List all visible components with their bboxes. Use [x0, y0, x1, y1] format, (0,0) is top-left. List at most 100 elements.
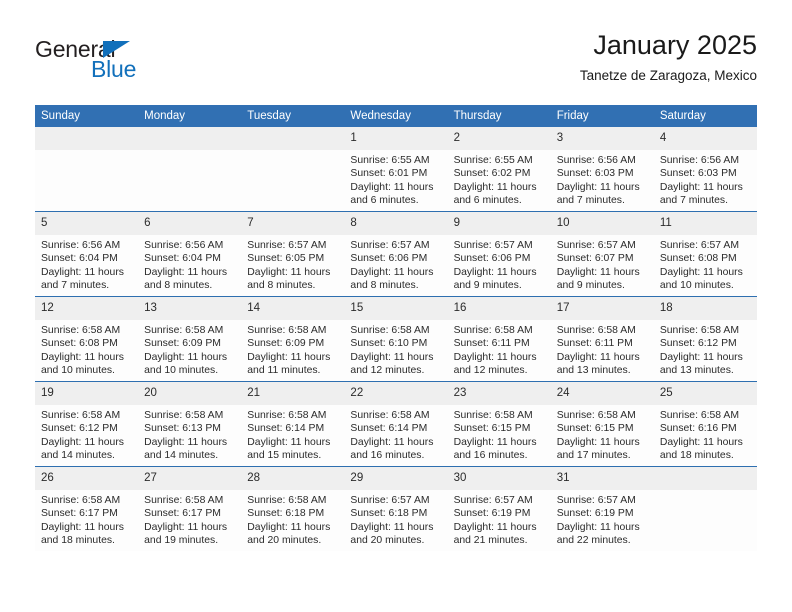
- daylight-text: Daylight: 11 hours and 10 minutes.: [144, 351, 228, 377]
- calendar-week-row: 12 Sunrise: 6:58 AM Sunset: 6:08 PM Dayligh…: [35, 296, 757, 382]
- calendar-cell-day-21[interactable]: 21 Sunrise: 6:58 AM Sunset: 6:14 PM Dayligh…: [241, 381, 345, 467]
- day-details: Sunrise: 6:57 AM Sunset: 6:07 PM Daylight:…: [551, 235, 654, 293]
- sunrise-text: Sunrise: 6:58 AM: [659, 410, 739, 421]
- sunset-text: Sunset: 6:16 PM: [659, 423, 737, 435]
- calendar-cell-day-12[interactable]: 12 Sunrise: 6:58 AM Sunset: 6:08 PM Dayligh…: [35, 296, 139, 382]
- sunrise-text: Sunrise: 6:57 AM: [350, 240, 430, 251]
- day-number: 21: [241, 382, 345, 405]
- sunrise-text: Sunrise: 6:58 AM: [453, 410, 533, 421]
- sunset-text: Sunset: 6:18 PM: [350, 508, 428, 520]
- calendar-cell-day-2[interactable]: 2 Sunrise: 6:55 AM Sunset: 6:02 PM Daylight…: [447, 127, 551, 212]
- sunset-text: Sunset: 6:19 PM: [453, 508, 531, 520]
- calendar-page: General Blue January 2025 Tanetze de Zar…: [0, 0, 792, 612]
- calendar-cell-day-14[interactable]: 14 Sunrise: 6:58 AM Sunset: 6:09 PM Dayligh…: [241, 296, 345, 382]
- daylight-text: Daylight: 11 hours and 9 minutes.: [556, 266, 640, 292]
- sunrise-text: Sunrise: 6:56 AM: [556, 155, 636, 166]
- sunrise-text: Sunrise: 6:57 AM: [453, 495, 533, 506]
- daylight-text: Daylight: 11 hours and 12 minutes.: [350, 351, 434, 377]
- calendar-cell-day-23[interactable]: 23 Sunrise: 6:58 AM Sunset: 6:15 PM Dayligh…: [447, 381, 551, 467]
- calendar-cell-day-29[interactable]: 29 Sunrise: 6:57 AM Sunset: 6:18 PM Dayligh…: [344, 466, 448, 551]
- calendar-cell-day-4[interactable]: 4 Sunrise: 6:56 AM Sunset: 6:03 PM Daylight…: [653, 127, 757, 212]
- sunrise-text: Sunrise: 6:58 AM: [144, 495, 224, 506]
- day-number: 13: [138, 297, 242, 320]
- calendar-cell-day-6[interactable]: 6 Sunrise: 6:56 AM Sunset: 6:04 PM Daylight…: [138, 211, 242, 297]
- sunset-text: Sunset: 6:08 PM: [659, 253, 737, 265]
- day-details: Sunrise: 6:57 AM Sunset: 6:18 PM Daylight:…: [344, 490, 447, 548]
- day-details: Sunrise: 6:58 AM Sunset: 6:12 PM Daylight:…: [35, 405, 138, 463]
- daylight-text: Daylight: 11 hours and 16 minutes.: [453, 436, 537, 462]
- sunrise-text: Sunrise: 6:58 AM: [41, 495, 121, 506]
- calendar-cell-day-5[interactable]: 5 Sunrise: 6:56 AM Sunset: 6:04 PM Daylight…: [35, 211, 139, 297]
- daylight-text: Daylight: 11 hours and 7 minutes.: [659, 181, 743, 207]
- calendar-cell-day-3[interactable]: 3 Sunrise: 6:56 AM Sunset: 6:03 PM Daylight…: [550, 127, 654, 212]
- day-details: Sunrise: 6:58 AM Sunset: 6:17 PM Daylight:…: [138, 490, 241, 548]
- day-number: 7: [241, 212, 345, 235]
- sunset-text: Sunset: 6:04 PM: [144, 253, 221, 265]
- calendar-cell-day-16[interactable]: 16 Sunrise: 6:58 AM Sunset: 6:11 PM Dayligh…: [447, 296, 551, 382]
- day-number: 18: [653, 297, 757, 320]
- day-details: Sunrise: 6:58 AM Sunset: 6:14 PM Daylight:…: [344, 405, 447, 463]
- day-number: 10: [550, 212, 654, 235]
- sunset-text: Sunset: 6:03 PM: [659, 168, 737, 180]
- day-number: 9: [447, 212, 551, 235]
- calendar-cell-day-28[interactable]: 28 Sunrise: 6:58 AM Sunset: 6:18 PM Dayligh…: [241, 466, 345, 551]
- calendar-cell-day-30[interactable]: 30 Sunrise: 6:57 AM Sunset: 6:19 PM Dayligh…: [447, 466, 551, 551]
- sunrise-text: Sunrise: 6:58 AM: [41, 325, 121, 336]
- daylight-text: Daylight: 11 hours and 7 minutes.: [556, 181, 640, 207]
- calendar-cell-day-10[interactable]: 10 Sunrise: 6:57 AM Sunset: 6:07 PM Dayligh…: [550, 211, 654, 297]
- day-details: Sunrise: 6:55 AM Sunset: 6:02 PM Daylight:…: [448, 150, 551, 208]
- calendar-cell-day-27[interactable]: 27 Sunrise: 6:58 AM Sunset: 6:17 PM Dayligh…: [138, 466, 242, 551]
- weekday-header-saturday: Saturday: [653, 105, 757, 127]
- sunset-text: Sunset: 6:11 PM: [556, 338, 633, 350]
- calendar-cell-day-31[interactable]: 31 Sunrise: 6:57 AM Sunset: 6:19 PM Dayligh…: [550, 466, 654, 551]
- sunset-text: Sunset: 6:15 PM: [556, 423, 634, 435]
- calendar-cell-day-11[interactable]: 11 Sunrise: 6:57 AM Sunset: 6:08 PM Dayligh…: [653, 211, 757, 297]
- day-details: Sunrise: 6:58 AM Sunset: 6:16 PM Daylight:…: [654, 405, 757, 463]
- sunrise-text: Sunrise: 6:55 AM: [350, 155, 430, 166]
- brand-logo[interactable]: General Blue: [35, 36, 265, 90]
- calendar-cell-day-7[interactable]: 7 Sunrise: 6:57 AM Sunset: 6:05 PM Daylight…: [241, 211, 345, 297]
- calendar-cell-day-15[interactable]: 15 Sunrise: 6:58 AM Sunset: 6:10 PM Dayligh…: [344, 296, 448, 382]
- sunset-text: Sunset: 6:12 PM: [41, 423, 118, 435]
- day-number: 4: [653, 127, 757, 150]
- sunset-text: Sunset: 6:06 PM: [453, 253, 531, 265]
- daylight-text: Daylight: 11 hours and 17 minutes.: [556, 436, 640, 462]
- calendar-cell-day-19[interactable]: 19 Sunrise: 6:58 AM Sunset: 6:12 PM Dayligh…: [35, 381, 139, 467]
- day-details: Sunrise: 6:57 AM Sunset: 6:08 PM Daylight:…: [654, 235, 757, 293]
- calendar-week-row: 1 Sunrise: 6:55 AM Sunset: 6:01 PM Daylight…: [35, 127, 757, 212]
- day-number: 24: [550, 382, 654, 405]
- day-number: 28: [241, 467, 345, 490]
- sunset-text: Sunset: 6:17 PM: [144, 508, 221, 520]
- sunset-text: Sunset: 6:03 PM: [556, 168, 634, 180]
- weekday-header-wednesday: Wednesday: [344, 105, 448, 127]
- sunrise-text: Sunrise: 6:57 AM: [247, 240, 327, 251]
- day-details: Sunrise: 6:56 AM Sunset: 6:04 PM Daylight:…: [35, 235, 138, 293]
- sunrise-text: Sunrise: 6:58 AM: [247, 410, 327, 421]
- calendar-cell-day-13[interactable]: 13 Sunrise: 6:58 AM Sunset: 6:09 PM Dayligh…: [138, 296, 242, 382]
- calendar-cell-day-17[interactable]: 17 Sunrise: 6:58 AM Sunset: 6:11 PM Dayligh…: [550, 296, 654, 382]
- sunset-text: Sunset: 6:15 PM: [453, 423, 531, 435]
- calendar-cell-day-26[interactable]: 26 Sunrise: 6:58 AM Sunset: 6:17 PM Dayligh…: [35, 466, 139, 551]
- day-number: [35, 127, 139, 150]
- sunrise-text: Sunrise: 6:58 AM: [41, 410, 121, 421]
- daylight-text: Daylight: 11 hours and 10 minutes.: [659, 266, 743, 292]
- weekday-header-thursday: Thursday: [447, 105, 551, 127]
- day-details: Sunrise: 6:58 AM Sunset: 6:15 PM Daylight:…: [551, 405, 654, 463]
- sunset-text: Sunset: 6:11 PM: [453, 338, 530, 350]
- sunset-text: Sunset: 6:14 PM: [350, 423, 428, 435]
- calendar-cell-day-24[interactable]: 24 Sunrise: 6:58 AM Sunset: 6:15 PM Dayligh…: [550, 381, 654, 467]
- calendar-cell-day-9[interactable]: 9 Sunrise: 6:57 AM Sunset: 6:06 PM Daylight…: [447, 211, 551, 297]
- day-number: [241, 127, 345, 150]
- day-number: 26: [35, 467, 139, 490]
- daylight-text: Daylight: 11 hours and 12 minutes.: [453, 351, 537, 377]
- day-number: 22: [344, 382, 448, 405]
- calendar-cell-day-8[interactable]: 8 Sunrise: 6:57 AM Sunset: 6:06 PM Daylight…: [344, 211, 448, 297]
- calendar-cell-day-22[interactable]: 22 Sunrise: 6:58 AM Sunset: 6:14 PM Dayligh…: [344, 381, 448, 467]
- day-details: Sunrise: 6:58 AM Sunset: 6:11 PM Daylight:…: [448, 320, 551, 378]
- day-details: Sunrise: 6:56 AM Sunset: 6:03 PM Daylight:…: [551, 150, 654, 208]
- calendar-cell-day-20[interactable]: 20 Sunrise: 6:58 AM Sunset: 6:13 PM Dayligh…: [138, 381, 242, 467]
- sunrise-text: Sunrise: 6:57 AM: [556, 495, 636, 506]
- calendar-cell-day-25[interactable]: 25 Sunrise: 6:58 AM Sunset: 6:16 PM Dayligh…: [653, 381, 757, 467]
- calendar-cell-day-1[interactable]: 1 Sunrise: 6:55 AM Sunset: 6:01 PM Daylight…: [344, 127, 448, 212]
- calendar-cell-day-18[interactable]: 18 Sunrise: 6:58 AM Sunset: 6:12 PM Dayligh…: [653, 296, 757, 382]
